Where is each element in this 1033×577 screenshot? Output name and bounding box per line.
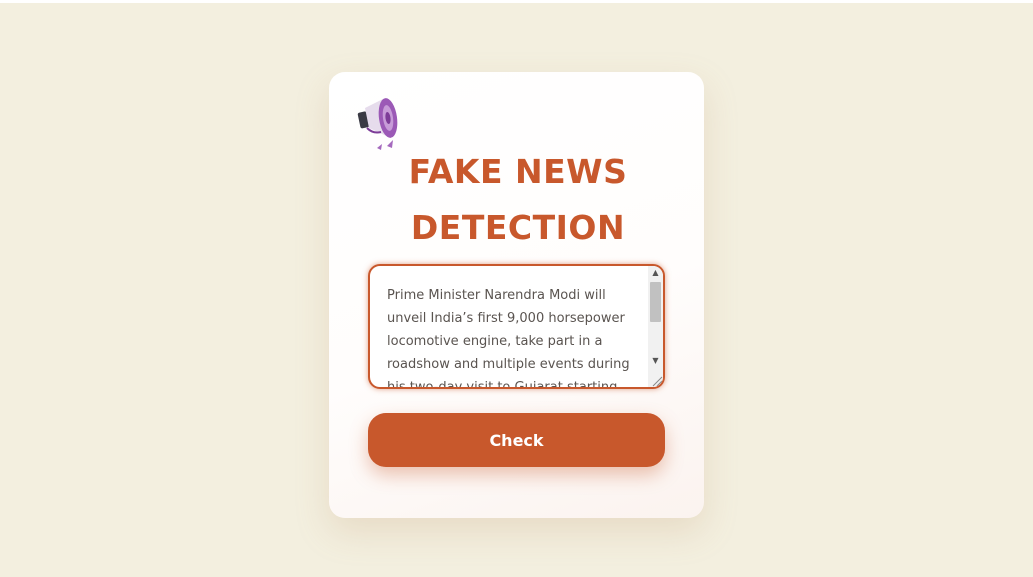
title-line-1: FAKE NEWS xyxy=(408,152,628,191)
scrollbar-thumb[interactable] xyxy=(650,282,661,322)
resize-grip-icon[interactable] xyxy=(650,374,663,387)
chevron-down-icon[interactable]: ▼ xyxy=(648,354,663,368)
detector-card: FAKE NEWS DETECTION Prime Minister Naren… xyxy=(329,72,704,518)
chevron-up-icon[interactable]: ▲ xyxy=(648,266,663,280)
title-line-2: DETECTION xyxy=(410,208,626,247)
page-title: FAKE NEWS DETECTION xyxy=(393,144,643,256)
news-input[interactable]: Prime Minister Narendra Modi will unveil… xyxy=(370,266,648,387)
check-button[interactable]: Check xyxy=(368,413,665,467)
top-strip xyxy=(0,0,1033,3)
news-input-wrapper: Prime Minister Narendra Modi will unveil… xyxy=(368,264,665,389)
news-input-scrollbar[interactable]: ▲ ▼ xyxy=(648,266,663,387)
